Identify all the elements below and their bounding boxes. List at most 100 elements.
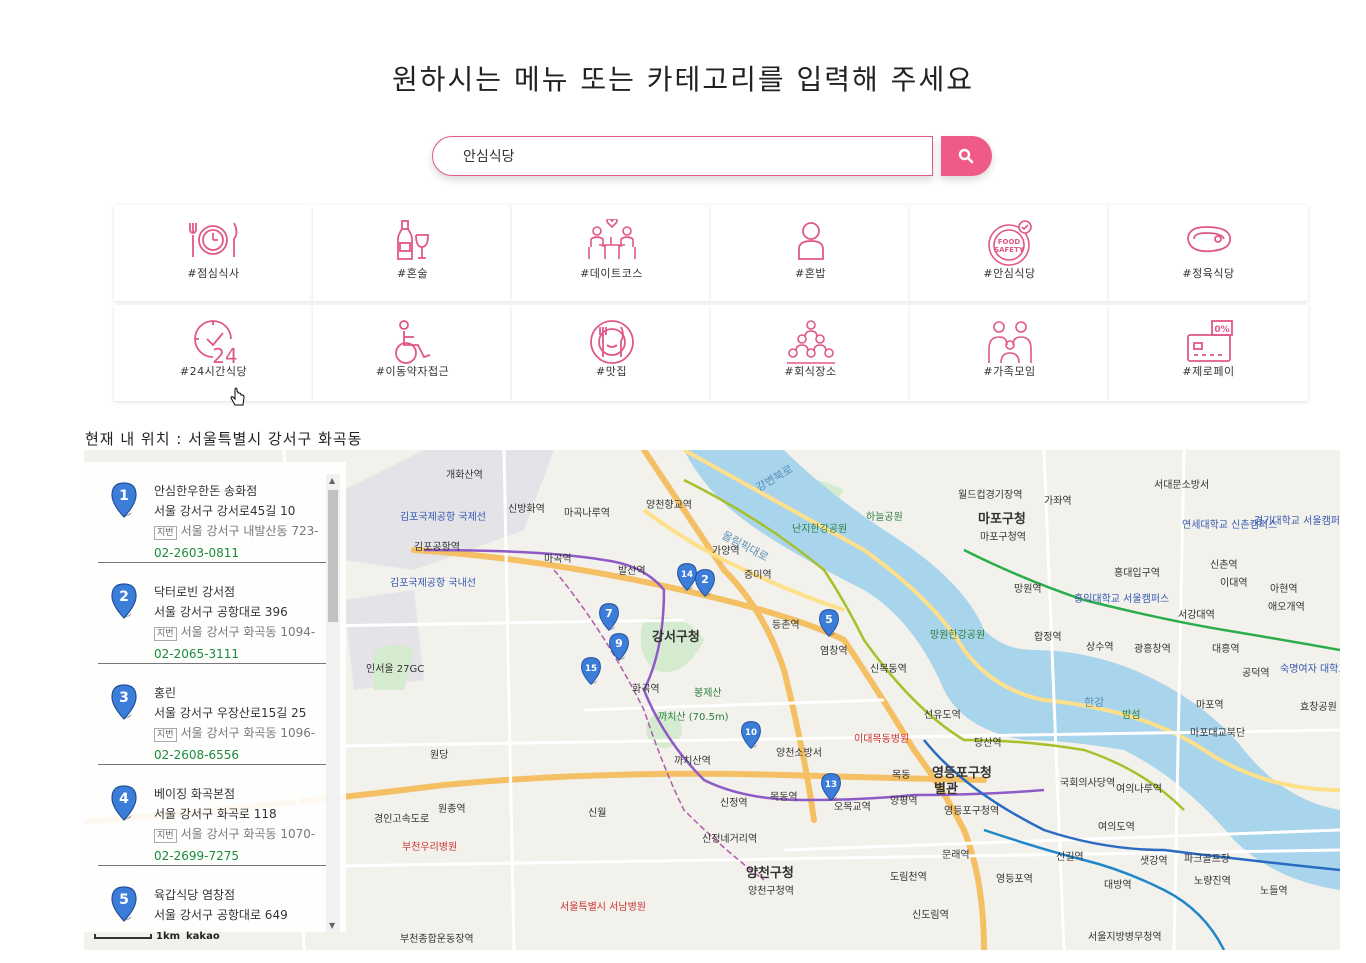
map-label: 등촌역: [772, 620, 800, 631]
category-tasty[interactable]: #맛집: [512, 305, 711, 401]
list-item[interactable]: 5 육갑식당 염창점서울 강서구 공항대로 649: [98, 866, 332, 932]
map-label: 신촌역: [1210, 560, 1238, 571]
map-label: 아현역: [1270, 584, 1298, 595]
svg-text:SAFETY: SAFETY: [994, 246, 1025, 254]
map-label: 마포대교북단: [1190, 728, 1246, 739]
map-label: 서강대역: [1178, 610, 1215, 621]
category-company-dinner[interactable]: #회식장소: [711, 305, 910, 401]
map-label: 홍익대학교 서울캠퍼스: [1074, 594, 1170, 605]
category-label: #회식장소: [784, 365, 837, 378]
search-input[interactable]: [432, 136, 933, 176]
map-label: 마포구청: [978, 512, 1026, 527]
map-label: 서울특별시 서남병원: [560, 902, 646, 913]
scroll-down-icon[interactable]: ▼: [329, 921, 335, 930]
scroll-thumb[interactable]: [328, 490, 338, 622]
scrollbar[interactable]: ▲ ▼: [326, 474, 340, 932]
jibun-text: 서울 강서구 화곡동 1094-: [180, 625, 316, 639]
svg-text:FOOD: FOOD: [997, 238, 1020, 246]
map-label: 이대목동병원: [854, 734, 910, 745]
scroll-up-icon[interactable]: ▲: [329, 476, 335, 485]
category-grid: #점심식사 #혼술 #데이트코스 #혼밥 FOOD SAFETY #안심식당 #…: [114, 205, 1310, 406]
clock-24-icon: 24: [193, 320, 237, 365]
list-item[interactable]: 1 안심한우한돈 송화점 서울 강서구 강서로45길 10 02-2603-0811 지…: [98, 462, 332, 563]
map-marker-icon[interactable]: 3: [110, 684, 138, 720]
jibun-address: 지번 서울 강서구 화곡동 1094-: [154, 623, 315, 641]
map-label: 월드컵경기장역: [958, 490, 1023, 501]
category-solo-meal[interactable]: #혼밥: [711, 205, 910, 301]
map-label: 부천우리병원: [402, 842, 458, 853]
svg-text:2: 2: [119, 589, 129, 605]
category-zero-pay[interactable]: 0% #제로페이: [1109, 305, 1308, 401]
jibun-text: 서울 강서구 화곡동 1096-: [180, 726, 316, 740]
category-accessible[interactable]: #이동약자접근: [313, 305, 512, 401]
map-label: 숙명여자 대학교: [1280, 664, 1340, 675]
place-name: 육갑식당 염창점: [154, 888, 236, 902]
group-icon: [786, 320, 835, 364]
list-item[interactable]: 4 베이징 화곡본점 서울 강서구 화곡로 118 02-2699-7275 지번 서울 …: [98, 765, 332, 866]
map-label: 이대역: [1220, 578, 1248, 589]
map-marker-icon[interactable]: 5: [110, 886, 138, 922]
svg-text:5: 5: [825, 613, 833, 626]
category-family[interactable]: #가족모임: [910, 305, 1109, 401]
map-label: 난지한강공원: [792, 524, 848, 535]
search-button[interactable]: [941, 136, 992, 176]
jibun-badge: 지번: [154, 627, 177, 641]
map-label: 합정역: [1034, 632, 1062, 643]
map-label: 광흥창역: [1134, 644, 1171, 655]
map-label: 김포국제공항 국내선: [390, 578, 476, 589]
category-label: #혼밥: [795, 267, 826, 280]
map-marker-icon[interactable]: 2: [110, 583, 138, 619]
category-label: #혼술: [397, 267, 428, 280]
category-lunch[interactable]: #점심식사: [114, 205, 313, 301]
category-butcher[interactable]: #정육식당: [1109, 205, 1308, 301]
food-safety-icon: FOOD SAFETY: [987, 220, 1032, 266]
map-pin-2[interactable]: 2: [694, 568, 716, 598]
road-address: 서울 강서구 공항대로 649: [154, 908, 288, 922]
map-logo: kakao: [186, 931, 220, 942]
map-marker-icon[interactable]: 4: [110, 785, 138, 821]
road-address: 서울 강서구 우장산로15길 25: [154, 706, 307, 720]
map-label: 선유도역: [924, 710, 961, 721]
category-label: #가족모임: [983, 365, 1036, 378]
map-pin-13[interactable]: 13: [820, 772, 842, 802]
svg-text:4: 4: [119, 791, 129, 807]
list-item[interactable]: 2 닥터로빈 강서점 서울 강서구 공항대로 396 02-2065-3111 지번 서울…: [98, 563, 332, 664]
map-marker-icon[interactable]: 1: [110, 482, 138, 518]
search-bar: [432, 136, 992, 176]
map-pin-15[interactable]: 15: [580, 656, 602, 686]
map-label: 목동: [892, 770, 911, 781]
category-solo-drinking[interactable]: #혼술: [313, 205, 512, 301]
map-label: 한강: [1084, 696, 1105, 709]
hand-cursor-icon: [230, 387, 245, 406]
category-safe-restaurant[interactable]: FOOD SAFETY #안심식당: [910, 205, 1109, 301]
map-pin-9[interactable]: 9: [608, 632, 630, 662]
map-label: 밤섬: [1122, 710, 1141, 721]
map-label: 신방화역: [508, 504, 545, 515]
map-label: 경인고속도로: [374, 814, 430, 825]
svg-text:24: 24: [212, 344, 237, 365]
results-list[interactable]: 1 안심한우한돈 송화점 서울 강서구 강서로45길 10 02-2603-0811 지…: [84, 462, 346, 932]
map-label: 마곡역: [544, 554, 572, 565]
svg-text:13: 13: [825, 780, 837, 790]
map-label: 마포역: [1196, 700, 1224, 711]
date-dinner-icon: [587, 219, 636, 259]
map-label: 목동역: [770, 792, 798, 803]
category-label: #24시간식당: [179, 365, 248, 378]
map-label: 여의나루역: [1116, 784, 1162, 795]
map-label: 신목동역: [870, 664, 907, 675]
map-label: 염창역: [820, 646, 848, 657]
map-pin-7[interactable]: 7: [598, 602, 620, 632]
map-pin-5[interactable]: 5: [818, 608, 840, 638]
map-pin-10[interactable]: 10: [740, 720, 762, 750]
place-name: 안심한우한돈 송화점: [154, 484, 258, 498]
map-label: 망원역: [1014, 584, 1042, 595]
svg-text:3: 3: [119, 690, 129, 706]
list-item[interactable]: 3 홍린 서울 강서구 우장산로15길 25 02-2608-6556 지번 서울 강서구…: [98, 664, 332, 765]
map-label: 양천구청역: [748, 886, 794, 897]
category-date-course[interactable]: #데이트코스: [512, 205, 711, 301]
wheelchair-icon: [394, 320, 430, 364]
map[interactable]: 강서구청 마포구청 영등포구청 양천구청 별관 김포국제공항 국제선 김포국제공…: [84, 450, 1340, 950]
svg-text:1: 1: [119, 488, 129, 504]
category-24h[interactable]: 24 #24시간식당: [114, 305, 313, 406]
map-label: 여의도역: [1098, 822, 1135, 833]
